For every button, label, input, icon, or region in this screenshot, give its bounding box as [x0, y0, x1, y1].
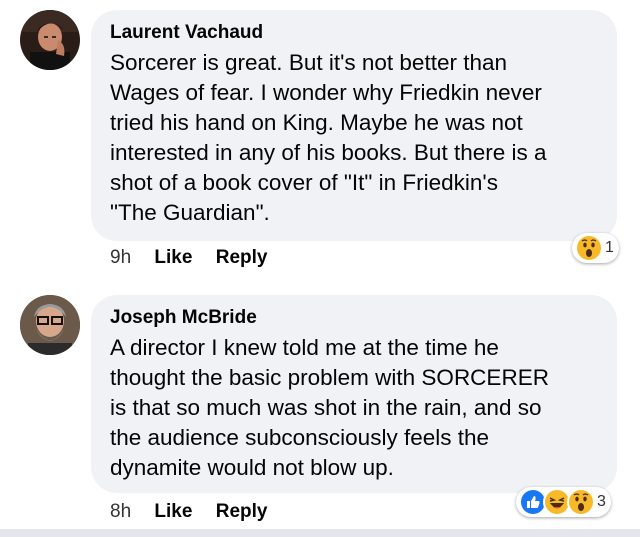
wow-icon: [567, 488, 595, 516]
wow-icon: [575, 234, 603, 262]
comment-bubble: Joseph McBride A director I knew told me…: [91, 295, 617, 493]
like-button[interactable]: Like: [154, 247, 192, 268]
comment-actions: 9h Like Reply: [110, 247, 285, 269]
avatar-image: [20, 10, 80, 70]
comment-author[interactable]: Joseph McBride: [110, 307, 598, 329]
comment-timestamp[interactable]: 9h: [110, 247, 131, 268]
comment-text: A director I knew told me at the time he…: [110, 335, 549, 480]
like-button[interactable]: Like: [154, 501, 192, 522]
avatar-image: [20, 295, 80, 355]
divider: [0, 529, 640, 537]
comment-bubble: Laurent Vachaud Sorcerer is great. But i…: [91, 10, 617, 241]
reaction-count: 3: [597, 493, 606, 510]
reaction-summary[interactable]: 1: [572, 233, 619, 263]
comment-text: Sorcerer is great. But it's not better t…: [110, 50, 547, 225]
avatar[interactable]: [20, 295, 80, 355]
reply-button[interactable]: Reply: [216, 501, 268, 522]
reaction-summary[interactable]: 3: [516, 487, 611, 517]
comment-timestamp[interactable]: 8h: [110, 501, 131, 522]
comment-actions: 8h Like Reply: [110, 501, 285, 523]
avatar[interactable]: [20, 10, 80, 70]
reaction-count: 1: [605, 239, 614, 256]
comment-author[interactable]: Laurent Vachaud: [110, 22, 598, 44]
reply-button[interactable]: Reply: [216, 247, 268, 268]
